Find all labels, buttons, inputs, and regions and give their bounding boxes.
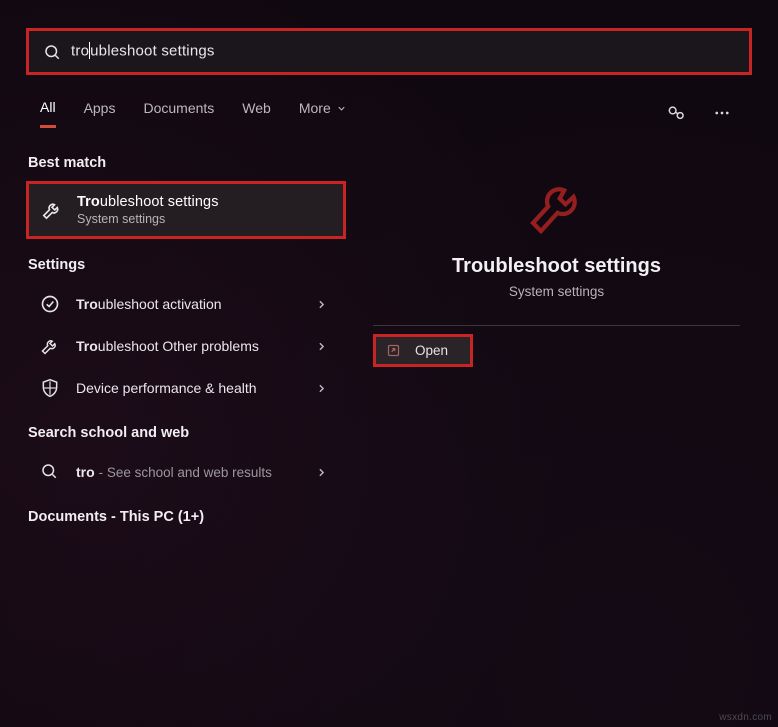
settings-result-other[interactable]: Troubleshoot Other problems xyxy=(26,325,346,367)
watermark: wsxdn.com xyxy=(719,712,772,723)
settings-heading: Settings xyxy=(26,249,346,283)
result-label: Device performance & health xyxy=(76,380,299,396)
tab-apps[interactable]: Apps xyxy=(84,100,116,126)
settings-result-activation[interactable]: Troubleshoot activation xyxy=(26,283,346,325)
best-match-result[interactable]: Troubleshoot settings System settings xyxy=(26,181,346,239)
results-content: Best match Troubleshoot settings System … xyxy=(26,147,752,535)
settings-result-health[interactable]: Device performance & health xyxy=(26,367,346,409)
wrench-icon xyxy=(41,199,63,221)
wrench-icon xyxy=(40,336,60,356)
detail-subtitle: System settings xyxy=(509,284,604,299)
best-match-subtitle: System settings xyxy=(77,212,219,226)
detail-title: Troubleshoot settings xyxy=(452,255,661,278)
search-input-text[interactable]: troubleshoot settings xyxy=(71,42,215,61)
detail-panel: Troubleshoot settings System settings Op… xyxy=(361,147,752,535)
wrench-icon xyxy=(525,175,589,239)
divider xyxy=(373,325,740,326)
tab-documents[interactable]: Documents xyxy=(143,100,214,126)
open-action[interactable]: Open xyxy=(373,334,473,367)
network-rewards-icon[interactable] xyxy=(660,97,692,129)
filter-tabs: All Apps Documents Web More xyxy=(26,97,752,129)
result-label: tro - See school and web results xyxy=(76,464,299,480)
documents-heading: Documents - This PC (1+) xyxy=(26,501,346,535)
open-label: Open xyxy=(415,343,448,358)
web-result[interactable]: tro - See school and web results xyxy=(26,451,346,493)
chevron-down-icon xyxy=(336,103,347,114)
web-heading: Search school and web xyxy=(26,417,346,451)
tab-more[interactable]: More xyxy=(299,100,347,126)
result-label: Troubleshoot activation xyxy=(76,296,299,312)
result-label: Troubleshoot Other problems xyxy=(76,338,299,354)
more-options-icon[interactable] xyxy=(706,97,738,129)
results-list: Best match Troubleshoot settings System … xyxy=(26,147,346,535)
search-icon xyxy=(43,43,61,61)
shield-icon xyxy=(40,378,60,398)
chevron-right-icon xyxy=(315,382,328,395)
best-match-title: Troubleshoot settings xyxy=(77,194,219,210)
best-match-text: Troubleshoot settings System settings xyxy=(77,194,219,226)
chevron-right-icon xyxy=(315,466,328,479)
tab-all[interactable]: All xyxy=(40,99,56,128)
tab-web[interactable]: Web xyxy=(242,100,271,126)
search-window: troubleshoot settings All Apps Documents… xyxy=(0,0,778,535)
best-match-heading: Best match xyxy=(26,147,346,181)
check-circle-icon xyxy=(40,294,60,314)
open-icon xyxy=(386,343,401,358)
chevron-right-icon xyxy=(315,340,328,353)
chevron-right-icon xyxy=(315,298,328,311)
search-icon xyxy=(40,462,60,482)
search-input-container[interactable]: troubleshoot settings xyxy=(26,28,752,75)
